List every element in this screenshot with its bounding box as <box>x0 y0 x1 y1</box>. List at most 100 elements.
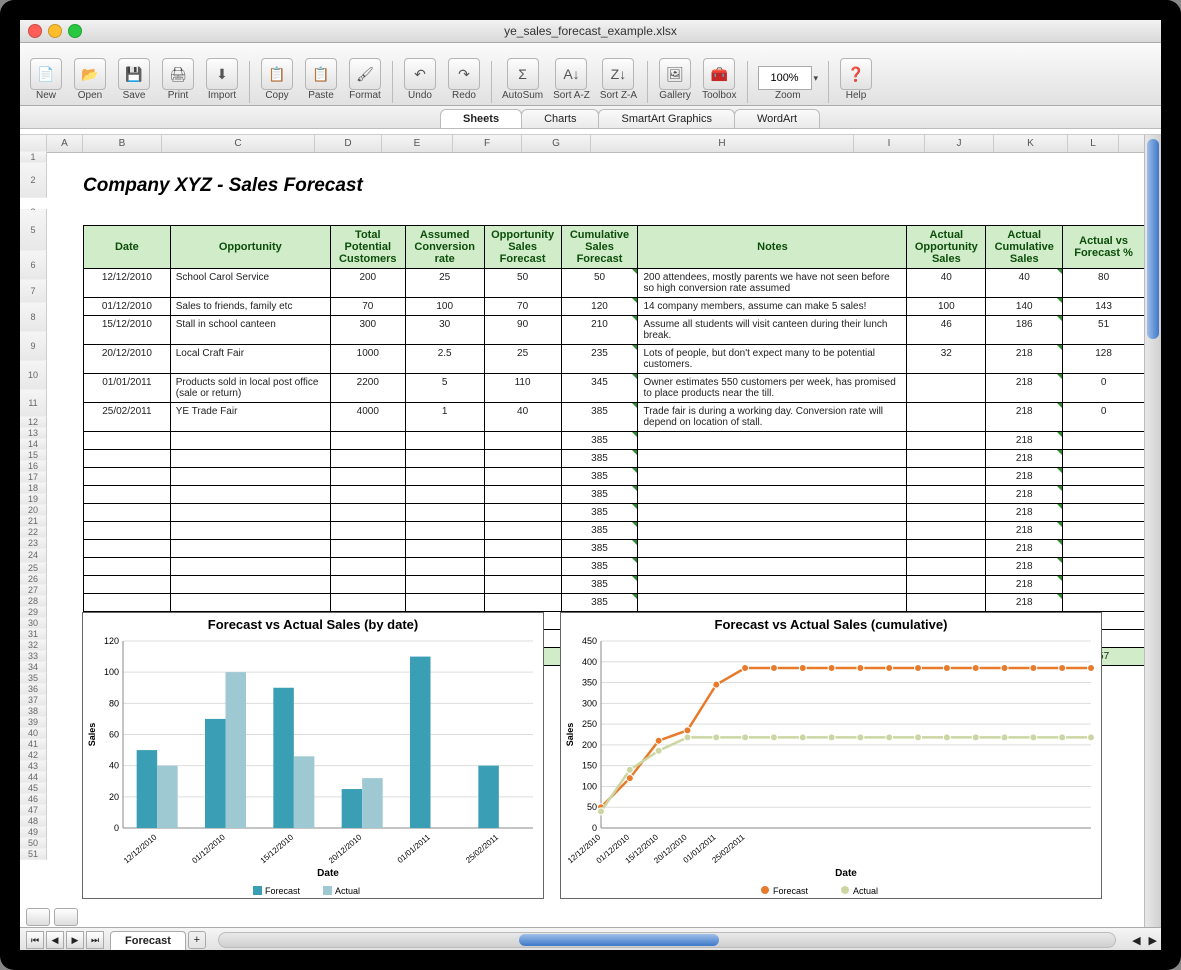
redo-button[interactable]: ↷Redo <box>444 56 484 103</box>
table-row[interactable]: 385218 <box>84 450 1145 468</box>
status-scrl: SCRL <box>994 959 1051 970</box>
sheet-tab-forecast[interactable]: Forecast <box>110 931 186 950</box>
svg-text:350: 350 <box>582 678 597 688</box>
svg-text:01/01/2011: 01/01/2011 <box>396 832 432 865</box>
table-row[interactable]: 385218 <box>84 468 1145 486</box>
svg-text:150: 150 <box>582 761 597 771</box>
gallery-button[interactable]: 🖼Gallery <box>655 56 695 103</box>
hscroll-right-icon[interactable]: ▶ <box>1145 934 1161 947</box>
col-D[interactable]: D <box>315 135 382 152</box>
col-L[interactable]: L <box>1068 135 1119 152</box>
svg-text:20: 20 <box>109 792 119 802</box>
forecast-table[interactable]: DateOpportunityTotal Potential Customers… <box>83 225 1145 666</box>
svg-text:40: 40 <box>109 761 119 771</box>
svg-text:120: 120 <box>104 636 119 646</box>
minimize-icon[interactable] <box>48 24 62 38</box>
status-caps: CAPS <box>1051 959 1108 970</box>
table-row[interactable]: 20/12/2010Local Craft Fair10002.525235Lo… <box>84 345 1145 374</box>
ribbon-tab-charts[interactable]: Charts <box>521 109 599 128</box>
col-B[interactable]: B <box>83 135 162 152</box>
view-normal-icon[interactable] <box>26 908 50 926</box>
col-I[interactable]: I <box>854 135 925 152</box>
undo-button[interactable]: ↶Undo <box>400 56 440 103</box>
table-row[interactable]: 12/12/2010School Carol Service2002550502… <box>84 269 1145 298</box>
format-button[interactable]: 🖌Format <box>345 56 385 103</box>
col-J[interactable]: J <box>925 135 994 152</box>
table-row[interactable]: 25/02/2011YE Trade Fair4000140385Trade f… <box>84 403 1145 432</box>
sheet-nav-last[interactable]: ⏭ <box>86 931 104 949</box>
table-row[interactable]: 01/12/2010Sales to friends, family etc70… <box>84 298 1145 316</box>
svg-text:Forecast vs Actual Sales (cumu: Forecast vs Actual Sales (cumulative) <box>715 617 948 632</box>
horizontal-scrollbar[interactable] <box>218 932 1116 948</box>
ribbon-tab-sheets[interactable]: Sheets <box>440 109 522 128</box>
titlebar: ye_sales_forecast_example.xlsx <box>20 20 1161 43</box>
status-bar: Normal View Ready Sum=0 SCRL CAPS NUM <box>20 952 1161 970</box>
save-button[interactable]: 💾Save <box>114 56 154 103</box>
table-row[interactable]: 385218 <box>84 486 1145 504</box>
sort-z-a-button[interactable]: Z↓Sort Z-A <box>597 56 640 103</box>
table-row[interactable]: 385218 <box>84 504 1145 522</box>
close-icon[interactable] <box>28 24 42 38</box>
table-row[interactable]: 385218 <box>84 594 1145 612</box>
col-G[interactable]: G <box>522 135 591 152</box>
col-H[interactable]: H <box>591 135 854 152</box>
sheet-nav-next[interactable]: ▶ <box>66 931 84 949</box>
svg-text:Forecast: Forecast <box>773 886 809 896</box>
print-button[interactable]: 🖨Print <box>158 56 198 103</box>
table-row[interactable]: 385218 <box>84 522 1145 540</box>
ribbon-tab-wordart[interactable]: WordArt <box>734 109 820 128</box>
col-E[interactable]: E <box>382 135 453 152</box>
table-row[interactable]: 385218 <box>84 576 1145 594</box>
chart-forecast-vs-actual-by-date[interactable]: Forecast vs Actual Sales (by date)020406… <box>82 612 544 899</box>
svg-text:Actual: Actual <box>335 886 360 896</box>
new-button[interactable]: 📄New <box>26 56 66 103</box>
table-row[interactable]: 385218 <box>84 558 1145 576</box>
sort-a-z-button[interactable]: A↓Sort A-Z <box>550 56 593 103</box>
copy-button[interactable]: 📋Copy <box>257 56 297 103</box>
svg-text:Forecast vs Actual Sales (by d: Forecast vs Actual Sales (by date) <box>208 617 419 632</box>
import-button[interactable]: ⬇Import <box>202 56 242 103</box>
col-A[interactable]: A <box>47 135 83 152</box>
help-button[interactable]: ❓Help <box>836 56 876 103</box>
svg-text:Forecast: Forecast <box>265 886 301 896</box>
sheet-nav-prev[interactable]: ◀ <box>46 931 64 949</box>
open-button[interactable]: 📂Open <box>70 56 110 103</box>
zoom-icon[interactable] <box>68 24 82 38</box>
autosum-button[interactable]: ΣAutoSum <box>499 56 546 103</box>
col-K[interactable]: K <box>994 135 1068 152</box>
svg-text:25/02/2011: 25/02/2011 <box>464 832 500 865</box>
chart-forecast-vs-actual-cumulative[interactable]: Forecast vs Actual Sales (cumulative)050… <box>560 612 1102 899</box>
table-row[interactable]: 385218 <box>84 540 1145 558</box>
svg-text:100: 100 <box>582 781 597 791</box>
svg-text:100: 100 <box>104 667 119 677</box>
vertical-scrollbar[interactable] <box>1144 135 1161 927</box>
sheet-nav-first[interactable]: ⏮ <box>26 931 44 949</box>
zoom-button[interactable]: ▾Zoom <box>755 64 822 103</box>
page-title: Company XYZ - Sales Forecast <box>83 163 848 209</box>
status-sum: Sum=0 <box>941 959 994 970</box>
view-page-icon[interactable] <box>54 908 78 926</box>
svg-text:80: 80 <box>109 698 119 708</box>
column-headers[interactable]: A B C D E F G H I J K L <box>20 135 1161 153</box>
svg-text:450: 450 <box>582 636 597 646</box>
col-F[interactable]: F <box>453 135 522 152</box>
ribbon-tab-smartart-graphics[interactable]: SmartArt Graphics <box>598 109 734 128</box>
paste-button[interactable]: 📋Paste <box>301 56 341 103</box>
svg-text:25/02/2011: 25/02/2011 <box>710 832 746 865</box>
toolbox-button[interactable]: 🧰Toolbox <box>699 56 739 103</box>
svg-text:0: 0 <box>114 823 119 833</box>
table-row[interactable]: 385218 <box>84 432 1145 450</box>
svg-text:12/12/2010: 12/12/2010 <box>122 832 159 865</box>
status-view[interactable]: Normal View <box>20 959 98 970</box>
svg-text:Sales: Sales <box>565 723 575 747</box>
svg-text:200: 200 <box>582 740 597 750</box>
hscroll-left-icon[interactable]: ◀ <box>1128 934 1144 947</box>
table-row[interactable]: 01/01/2011Products sold in local post of… <box>84 374 1145 403</box>
table-row[interactable]: 15/12/2010Stall in school canteen3003090… <box>84 316 1145 345</box>
svg-text:Date: Date <box>835 868 857 879</box>
col-C[interactable]: C <box>162 135 315 152</box>
status-ready: Ready <box>98 959 148 970</box>
zoom-input[interactable] <box>758 66 812 90</box>
add-sheet-button[interactable]: + <box>188 931 206 949</box>
svg-text:15/12/2010: 15/12/2010 <box>259 832 296 865</box>
